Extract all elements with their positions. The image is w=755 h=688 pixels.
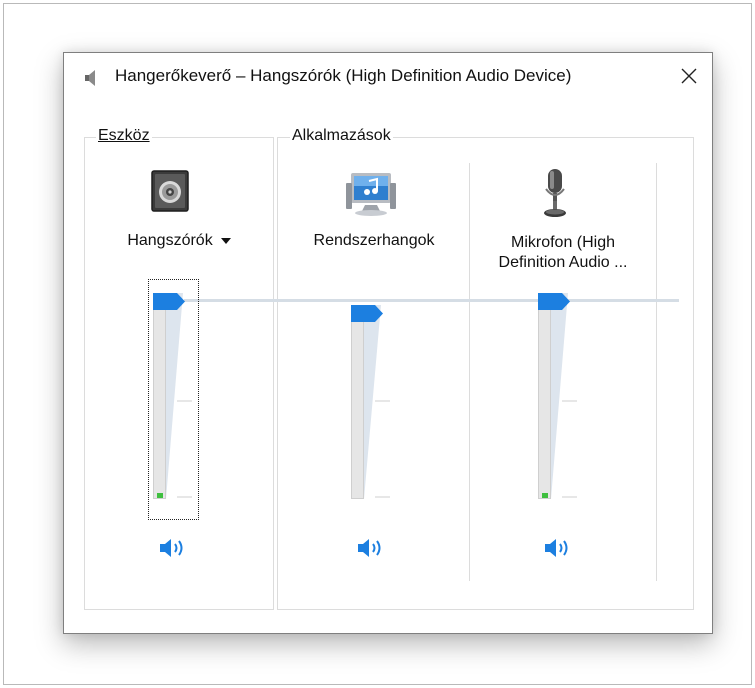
window-title: Hangerőkeverő – Hangszórók (High Definit… — [115, 66, 572, 85]
slider-thumb[interactable] — [153, 293, 186, 310]
speaker-volume-icon[interactable] — [356, 537, 386, 559]
microphone-volume-slider[interactable] — [538, 293, 578, 499]
device-volume-slider[interactable] — [153, 293, 193, 499]
slider-ticks — [177, 400, 192, 498]
slider-thumb[interactable] — [538, 293, 571, 310]
app-label-system-sounds: Rendszerhangok — [313, 232, 435, 249]
system-sounds-icon — [346, 173, 396, 216]
slider-ticks — [562, 400, 577, 498]
slider-ticks — [375, 400, 390, 498]
column-separator — [656, 163, 657, 581]
system-sounds-volume-slider[interactable] — [351, 305, 391, 499]
master-volume-line — [184, 299, 679, 302]
title-bar[interactable]: Hangerőkeverő – Hangszórók (High Definit… — [64, 53, 712, 101]
chevron-down-icon — [220, 237, 231, 244]
device-group-label: Eszköz — [96, 127, 152, 145]
close-icon — [681, 68, 697, 84]
speaker-volume-icon[interactable] — [158, 537, 188, 559]
app-label-microphone: Mikrofon (High Definition Audio ... — [498, 234, 628, 271]
slider-track — [538, 293, 551, 499]
speaker-icon — [85, 70, 95, 86]
slider-track — [351, 305, 364, 499]
apps-group — [277, 137, 694, 610]
slider-track — [153, 293, 166, 499]
volume-mixer-window: Hangerőkeverő – Hangszórók (High Definit… — [63, 52, 713, 634]
close-button[interactable] — [666, 53, 712, 99]
slider-thumb[interactable] — [351, 305, 384, 322]
device-dropdown[interactable]: Hangszórók — [94, 231, 264, 251]
peak-meter — [157, 493, 163, 498]
apps-group-label: Alkalmazások — [290, 127, 393, 145]
speaker-volume-icon[interactable] — [543, 537, 573, 559]
microphone-icon — [544, 169, 566, 217]
peak-meter — [542, 493, 548, 498]
column-separator — [469, 163, 470, 581]
speaker-icon — [151, 170, 189, 212]
